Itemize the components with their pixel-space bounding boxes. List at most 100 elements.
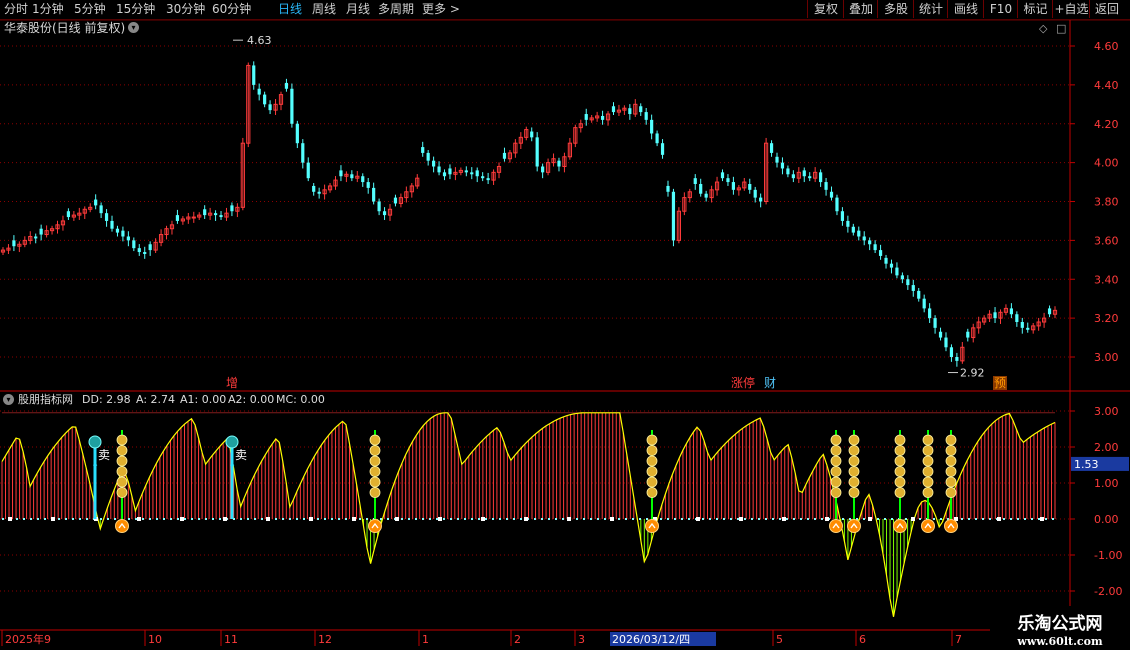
coin-icon xyxy=(116,434,128,446)
low-label: 2.92 xyxy=(960,367,985,380)
candle-body xyxy=(851,226,855,233)
candle-body xyxy=(143,252,147,254)
candle-body xyxy=(949,347,954,357)
candle-body xyxy=(39,228,43,235)
candle-body xyxy=(126,236,130,241)
chevron-down-icon[interactable]: ▾ xyxy=(3,394,14,405)
zero-marker xyxy=(825,517,829,521)
x-tick-label: 2 xyxy=(514,633,521,646)
coin-icon xyxy=(830,466,842,477)
candle-body xyxy=(437,166,441,173)
zero-marker xyxy=(911,517,915,521)
coin-icon xyxy=(922,476,934,488)
candle-body xyxy=(530,131,534,138)
candle-body xyxy=(720,172,725,179)
candle-body xyxy=(944,337,948,348)
coin-icon xyxy=(369,466,381,477)
indicator-name[interactable]: 股朋指标网 xyxy=(18,392,73,408)
zero-marker xyxy=(266,517,270,521)
candle-body xyxy=(94,199,98,206)
candle-body xyxy=(306,162,310,179)
zero-marker xyxy=(51,517,55,521)
candle-body xyxy=(132,240,136,249)
candle-body xyxy=(175,215,180,221)
candle-body xyxy=(824,182,828,190)
high-label: 4.63 xyxy=(247,34,272,47)
sell-label: 卖 xyxy=(235,448,247,462)
coin-icon xyxy=(848,445,860,456)
candle-body xyxy=(819,172,823,183)
candle-body xyxy=(846,220,850,227)
candle-body xyxy=(660,143,665,155)
down-arrow-icon: ↓ xyxy=(228,459,236,470)
chevron-down-icon[interactable]: ▾ xyxy=(128,22,139,33)
coin-icon xyxy=(945,476,957,488)
candle-body xyxy=(361,176,365,183)
coin-icon xyxy=(848,434,860,446)
coin-icon xyxy=(922,487,934,498)
candle-body xyxy=(938,331,943,338)
candle-body xyxy=(339,170,343,177)
buy-signal-icon xyxy=(921,519,935,533)
candle-body xyxy=(704,193,708,198)
candle-body xyxy=(780,162,785,169)
candle-body xyxy=(257,88,261,95)
candle-body xyxy=(203,209,207,216)
candle-body xyxy=(650,119,654,134)
zero-marker xyxy=(782,517,786,521)
candle-body xyxy=(900,275,904,280)
coin-icon xyxy=(945,487,957,498)
indicator-series xyxy=(1,412,1056,617)
candle-body xyxy=(295,123,299,144)
coin-icon xyxy=(830,434,842,446)
candle-body xyxy=(372,187,376,202)
candle-body xyxy=(802,170,806,177)
buy-signal-icon xyxy=(368,519,382,533)
coin-icon xyxy=(922,455,934,467)
candle-body xyxy=(775,156,779,163)
y-tick-label: 3.20 xyxy=(1094,312,1119,325)
candle-body xyxy=(115,228,120,233)
minimize-icon[interactable]: □ xyxy=(1056,22,1066,35)
coin-icon xyxy=(830,455,842,467)
coin-icon xyxy=(848,487,860,498)
coin-icon xyxy=(894,476,906,488)
candle-body xyxy=(148,244,152,251)
buy-signal-icon xyxy=(829,519,843,533)
candle-body xyxy=(993,312,997,319)
chart-canvas[interactable]: 4.60 4.40 4.20 4.00 3.80 3.60 3.40 3.20 3.00 3.00… xyxy=(0,0,1130,650)
candle-body xyxy=(421,147,425,153)
candle-body xyxy=(377,201,381,212)
coin-icon xyxy=(848,476,860,488)
candle-body xyxy=(628,108,632,115)
candlestick-series xyxy=(0,61,1058,367)
candle-body xyxy=(840,211,845,221)
zero-marker xyxy=(438,517,442,521)
candle-body xyxy=(34,236,38,239)
candle-body xyxy=(878,250,883,256)
watermark-url: www.60lt.com xyxy=(1017,635,1103,648)
candle-body xyxy=(99,205,103,214)
candle-body xyxy=(726,178,730,183)
diamond-icon[interactable]: ◇ xyxy=(1039,22,1047,35)
buy-signal-icon xyxy=(893,519,907,533)
candle-body xyxy=(502,152,507,159)
coin-icon xyxy=(116,466,128,477)
candle-body xyxy=(639,106,643,113)
zero-marker xyxy=(696,517,700,521)
candle-body xyxy=(731,182,736,190)
candle-body xyxy=(699,184,703,194)
coin-icon xyxy=(945,434,957,446)
coin-icon xyxy=(116,487,128,498)
candle-body xyxy=(928,308,932,319)
coin-icon xyxy=(646,445,658,456)
coin-icon xyxy=(894,445,906,456)
candle-body xyxy=(393,197,398,204)
buy-signal-icon xyxy=(645,519,659,533)
zero-marker xyxy=(395,517,399,521)
y-tick-label: 4.00 xyxy=(1094,157,1119,170)
indicator-value-dd: DD: 2.98 xyxy=(82,393,131,406)
candle-body xyxy=(486,178,490,181)
watermark-title: 乐淘公式网 xyxy=(1017,614,1103,634)
candle-body xyxy=(655,133,659,144)
